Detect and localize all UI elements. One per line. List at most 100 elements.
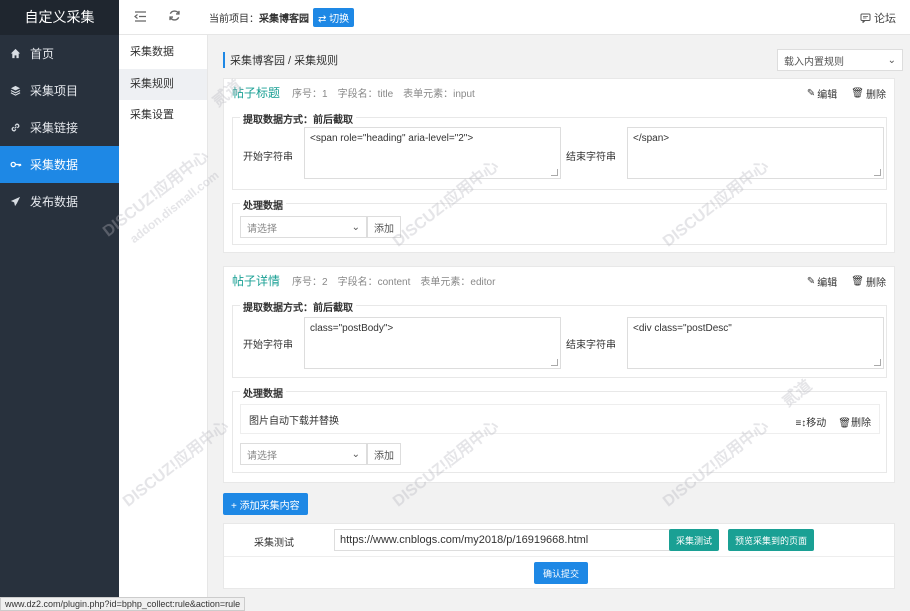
edit-button[interactable]: ✎ 编辑 xyxy=(807,274,837,289)
process-box: 处理数据 请选择 ⌄ 添加 xyxy=(232,197,887,245)
extract-box: 提取数据方式：前后截取 开始字符串 class="postBody"> 结束字符… xyxy=(232,299,887,378)
load-rule-select[interactable]: 载入内置规则 ⌄ xyxy=(777,49,903,71)
pencil-icon: ✎ xyxy=(806,88,816,99)
card-element: 表单元素：input xyxy=(403,88,475,100)
test-collect-button[interactable]: 采集测试 xyxy=(669,529,720,551)
forum-label: 论坛 xyxy=(874,13,896,25)
test-row: 采集测试 https://www.cnblogs.com/my2018/p/16… xyxy=(224,524,894,557)
card-element: 表单元素：editor xyxy=(420,276,496,288)
start-string-label: 开始字符串 xyxy=(243,152,293,163)
switch-project-button[interactable]: ⇄ 切换 xyxy=(313,7,355,27)
edit-button[interactable]: ✎ 编辑 xyxy=(807,86,837,101)
submit-button[interactable]: 确认提交 xyxy=(534,562,589,584)
project-prefix: 当前项目： xyxy=(209,13,259,25)
menu-collapse-icon[interactable] xyxy=(127,10,153,25)
process-box: 处理数据 图片自动下载并替换 ≡↕移动 🗑删除 请选择 ⌄ 添加 xyxy=(232,385,887,473)
end-string-label: 结束字符串 xyxy=(566,340,616,351)
trash-icon: 🗑 xyxy=(851,276,864,287)
chat-icon xyxy=(860,13,871,23)
process-step-row: 图片自动下载并替换 ≡↕移动 🗑删除 xyxy=(240,404,880,434)
sub-sidebar-item-settings[interactable]: 采集设置 xyxy=(119,100,207,131)
switch-icon: ⇄ xyxy=(318,13,327,25)
delete-label: 删除 xyxy=(866,278,886,289)
forum-link[interactable]: 论坛 xyxy=(860,10,896,26)
sidebar-item-label: 采集链接 xyxy=(30,121,79,135)
card-title: 帖子标题 xyxy=(232,85,281,100)
process-select-value: 请选择 xyxy=(247,223,277,235)
extract-box: 提取数据方式：前后截取 开始字符串 <span role="heading" a… xyxy=(232,111,887,190)
start-string-label: 开始字符串 xyxy=(243,340,293,351)
extract-label: 提取数据方式：前后截取 xyxy=(240,111,356,126)
preview-page-button[interactable]: 预览采集到的页面 xyxy=(728,529,815,551)
sidebar: 自定义采集 首页 采集项目 采集链接 采集数据 发布数据 xyxy=(0,0,119,611)
move-icon: ≡↕ xyxy=(795,418,807,429)
pencil-icon: ✎ xyxy=(806,276,816,287)
sidebar-item-label: 首页 xyxy=(30,47,55,61)
end-string-input[interactable]: <div class="postDesc" xyxy=(627,317,884,369)
delete-button[interactable]: 🗑 删除 xyxy=(851,86,886,101)
test-panel: 采集测试 https://www.cnblogs.com/my2018/p/16… xyxy=(223,523,895,589)
main-content: 采集博客园 / 采集规则 载入内置规则 ⌄ xyxy=(213,44,903,76)
delete-label: 删除 xyxy=(866,90,886,101)
link-icon xyxy=(10,122,30,133)
process-select[interactable]: 请选择 ⌄ xyxy=(240,216,367,238)
process-select-value: 请选择 xyxy=(247,450,277,462)
key-icon xyxy=(10,159,30,170)
end-string-label: 结束字符串 xyxy=(566,152,616,163)
sub-sidebar-header: 采集数据 xyxy=(130,46,174,58)
home-icon xyxy=(10,48,30,59)
card-field: 字段名：title xyxy=(337,88,394,100)
step-delete-button[interactable]: 🗑删除 xyxy=(838,414,871,429)
card-header: 帖子详情 序号：2 字段名：content 表单元素：editor ✎ 编辑 🗑 删… xyxy=(224,267,894,293)
delete-button[interactable]: 🗑 删除 xyxy=(851,274,886,289)
sidebar-item-label: 发布数据 xyxy=(30,195,79,209)
card-title: 帖子详情 xyxy=(232,273,281,288)
sidebar-item-label: 采集数据 xyxy=(30,158,79,172)
sidebar-item-projects[interactable]: 采集项目 xyxy=(0,72,119,109)
test-label: 采集测试 xyxy=(254,538,294,549)
status-url-bar: www.dz2.com/plugin.php?id=bphp_collect:r… xyxy=(0,597,246,611)
step-delete-label: 删除 xyxy=(851,418,871,429)
field-card-title: 帖子标题 序号：1 字段名：title 表单元素：input ✎ 编辑 🗑 删除 提… xyxy=(223,78,895,253)
add-process-button[interactable]: 添加 xyxy=(367,216,401,238)
sub-sidebar: 采集数据 采集规则 采集设置 xyxy=(119,35,208,611)
end-string-input[interactable]: </span> xyxy=(627,127,884,179)
sidebar-item-label: 采集项目 xyxy=(30,84,79,98)
card-field: 字段名：content xyxy=(337,276,411,288)
edit-label: 编辑 xyxy=(817,90,838,101)
add-content-button[interactable]: + 添加采集内容 xyxy=(223,493,308,515)
card-seq: 序号：2 xyxy=(292,276,328,288)
card-header: 帖子标题 序号：1 字段名：title 表单元素：input ✎ 编辑 🗑 删除 xyxy=(224,79,894,105)
field-card-content: 帖子详情 序号：2 字段名：content 表单元素：editor ✎ 编辑 🗑 删… xyxy=(223,266,895,483)
load-rule-select-value: 载入内置规则 xyxy=(784,56,844,68)
trash-icon: 🗑 xyxy=(838,418,851,429)
process-select[interactable]: 请选择 ⌄ xyxy=(240,443,367,465)
sidebar-item-data[interactable]: 采集数据 xyxy=(0,146,119,183)
move-button[interactable]: ≡↕移动 xyxy=(795,414,826,429)
start-string-input[interactable]: class="postBody"> xyxy=(304,317,561,369)
send-icon xyxy=(10,196,30,207)
breadcrumb: 采集博客园 / 采集规则 xyxy=(223,52,338,68)
sidebar-item-links[interactable]: 采集链接 xyxy=(0,109,119,146)
sub-sidebar-item-rules[interactable]: 采集规则 xyxy=(119,69,207,100)
process-label: 处理数据 xyxy=(240,385,286,400)
project-name: 采集博客园 xyxy=(259,13,309,25)
process-step-name: 图片自动下载并替换 xyxy=(249,415,339,427)
sidebar-item-home[interactable]: 首页 xyxy=(0,35,119,72)
edit-label: 编辑 xyxy=(817,278,838,289)
add-process-button[interactable]: 添加 xyxy=(367,443,401,465)
layers-icon xyxy=(10,85,30,96)
move-label: 移动 xyxy=(806,418,827,429)
top-bar: 当前项目：采集博客园 ⇄ 切换 论坛 xyxy=(119,0,910,35)
switch-label: 切换 xyxy=(329,13,350,25)
start-string-input[interactable]: <span role="heading" aria-level="2"> xyxy=(304,127,561,179)
current-project: 当前项目：采集博客园 xyxy=(209,10,309,25)
card-seq: 序号：1 xyxy=(292,88,328,100)
extract-label: 提取数据方式：前后截取 xyxy=(240,299,356,314)
chevron-down-icon: ⌄ xyxy=(351,448,360,460)
test-url-input[interactable]: https://www.cnblogs.com/my2018/p/1691966… xyxy=(334,529,670,551)
chevron-down-icon: ⌄ xyxy=(887,54,896,66)
refresh-icon[interactable] xyxy=(161,9,187,25)
trash-icon: 🗑 xyxy=(851,88,864,99)
sidebar-item-publish[interactable]: 发布数据 xyxy=(0,183,119,220)
